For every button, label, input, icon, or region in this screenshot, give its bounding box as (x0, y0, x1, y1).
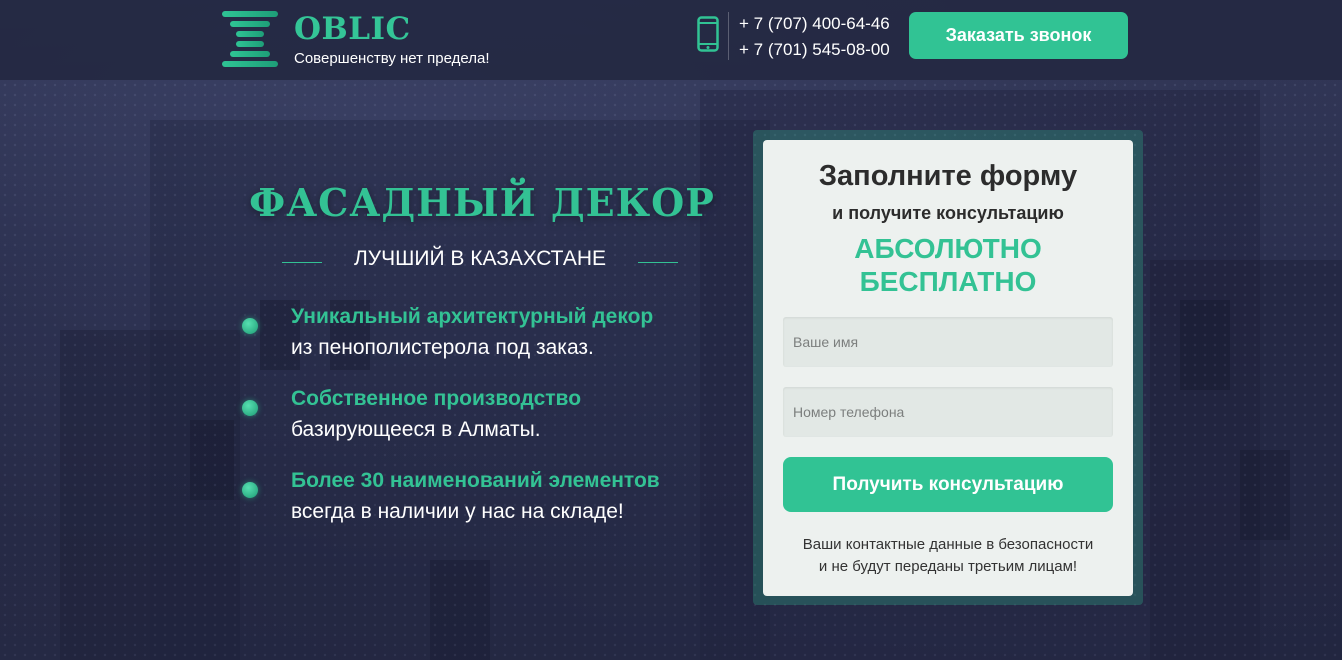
green-dot-bullet-icon (242, 400, 258, 416)
list-item: Более 30 наименований элементов всегда в… (242, 469, 762, 551)
form-free-line: АБСОЛЮТНО (854, 233, 1042, 264)
form-subtitle: и получите консультацию (832, 203, 1064, 223)
form-free-line: БЕСПЛАТНО (859, 266, 1037, 297)
get-consultation-button[interactable]: Получить консультацию (783, 457, 1113, 512)
name-input[interactable] (783, 317, 1113, 367)
feature-text: базирующееся в Алматы. (291, 418, 541, 441)
form-free-label: АБСОЛЮТНО БЕСПЛАТНО (803, 232, 1093, 298)
subtitle-divider-right (638, 262, 678, 263)
consultation-form: Заполните форму и получите консультацию … (763, 140, 1133, 596)
phone-number[interactable]: + 7 (701) 545-08-00 (739, 37, 890, 63)
feature-list: Уникальный архитектурный декор из пенопо… (242, 305, 762, 551)
list-item: Собственное производство базирующееся в … (242, 387, 762, 469)
phone-numbers: + 7 (707) 400-64-46 + 7 (701) 545-08-00 (739, 11, 890, 63)
privacy-line: и не будут переданы третьим лицам! (818, 558, 1078, 575)
smartphone-icon (697, 16, 719, 52)
form-title: Заполните форму (818, 160, 1078, 192)
privacy-line: Ваши контактные данные в безопасности (802, 536, 1094, 553)
feature-heading: Собственное производство (291, 387, 582, 410)
order-call-button[interactable]: Заказать звонок (909, 12, 1128, 59)
phone-input[interactable] (783, 387, 1113, 437)
header-divider (728, 12, 729, 60)
green-dot-bullet-icon (242, 318, 258, 334)
feature-heading: Более 30 наименований элементов (291, 469, 660, 492)
hero-title: ФАСАДНЫЙ ДЕКОР (249, 180, 715, 225)
hero-subtitle: ЛУЧШИЙ В КАЗАХСТАНЕ (353, 247, 606, 270)
feature-text: из пенополистерола под заказ. (291, 336, 594, 359)
feature-text: всегда в наличии у нас на складе! (291, 500, 624, 523)
feature-heading: Уникальный архитектурный декор (291, 305, 654, 328)
green-dot-bullet-icon (242, 482, 258, 498)
site-header: OBLIC Совершенству нет предела! + 7 (707… (0, 0, 1342, 80)
logo-name: OBLIC (294, 11, 411, 47)
logo-slogan: Совершенству нет предела! (294, 50, 490, 67)
logo[interactable]: OBLIC Совершенству нет предела! (222, 11, 512, 69)
stacked-bars-logo-icon (222, 11, 282, 67)
list-item: Уникальный архитектурный декор из пенопо… (242, 305, 762, 387)
privacy-note: Ваши контактные данные в безопасности и … (773, 534, 1123, 578)
phone-number[interactable]: + 7 (707) 400-64-46 (739, 11, 890, 37)
hero-subtitle-block: ЛУЧШИЙ В КАЗАХСТАНЕ (282, 247, 678, 277)
